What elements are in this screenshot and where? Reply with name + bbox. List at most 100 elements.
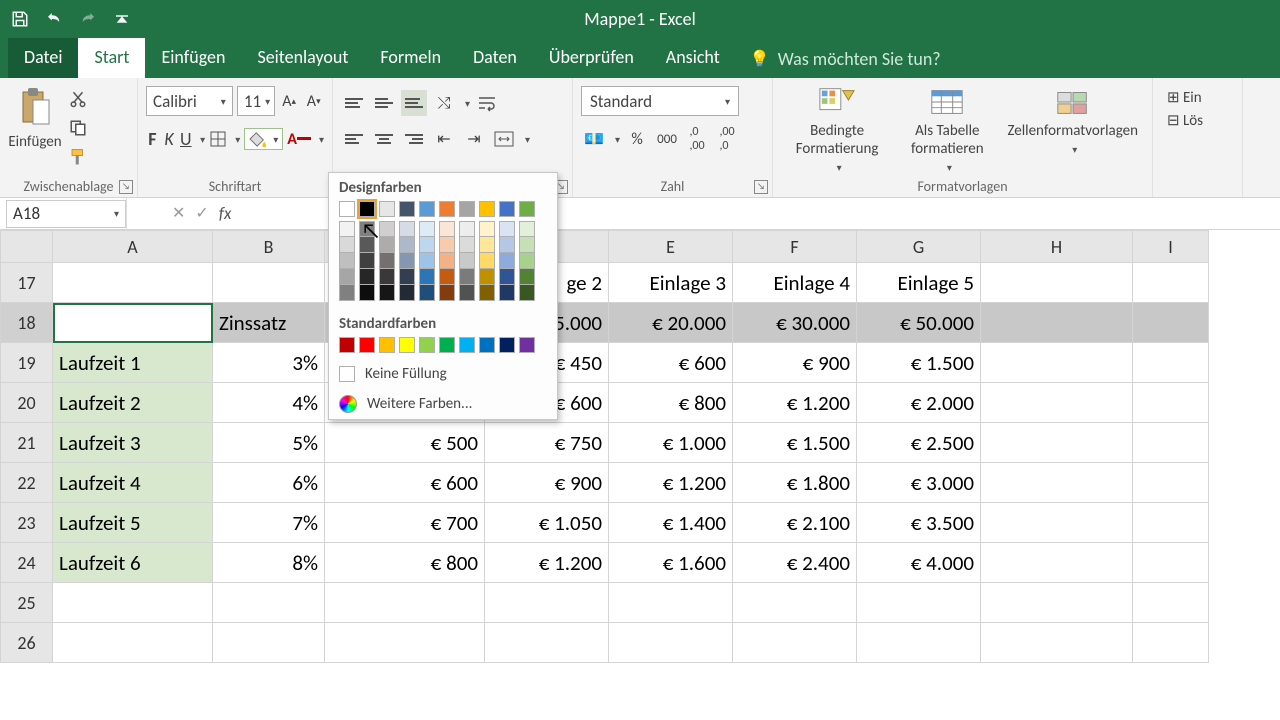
tab-home[interactable]: Start (78, 38, 145, 78)
cell[interactable] (213, 623, 325, 663)
cell[interactable]: Einlage 5 (857, 263, 981, 303)
cell[interactable]: Einlage 3 (609, 263, 733, 303)
color-swatch[interactable] (479, 201, 495, 217)
color-swatch[interactable] (419, 221, 435, 237)
cell[interactable] (1133, 343, 1209, 383)
cancel-formula-icon[interactable]: ✕ (172, 203, 185, 224)
cell[interactable]: € 1.050 (485, 503, 609, 543)
cell[interactable] (213, 263, 325, 303)
cell[interactable] (733, 583, 857, 623)
cell[interactable] (609, 583, 733, 623)
cell[interactable] (609, 623, 733, 663)
color-swatch[interactable] (519, 253, 535, 269)
cell[interactable] (981, 303, 1133, 343)
align-bottom-icon[interactable] (401, 90, 427, 116)
cell[interactable] (213, 583, 325, 623)
cell[interactable]: € 750 (485, 423, 609, 463)
cell[interactable] (53, 583, 213, 623)
column-header[interactable]: I (1133, 231, 1209, 263)
font-size-combo[interactable]: 11▾ (237, 86, 275, 116)
conditional-formatting-button[interactable]: Bedingte Formatierung▾ (787, 86, 887, 176)
bold-button[interactable]: F (146, 125, 159, 153)
color-swatch[interactable] (479, 285, 495, 301)
color-swatch[interactable] (359, 337, 375, 353)
column-header[interactable]: E (609, 231, 733, 263)
cell[interactable]: € 700 (325, 503, 485, 543)
cell[interactable]: € 900 (733, 343, 857, 383)
cell[interactable] (53, 303, 213, 343)
cell[interactable]: € 900 (485, 463, 609, 503)
cell[interactable]: 5% (213, 423, 325, 463)
row-header[interactable]: 17 (1, 263, 53, 303)
cell[interactable] (981, 463, 1133, 503)
color-swatch[interactable] (479, 337, 495, 353)
tab-formulas[interactable]: Formeln (364, 38, 457, 78)
cell[interactable]: € 600 (609, 343, 733, 383)
color-swatch[interactable] (399, 253, 415, 269)
color-swatch[interactable] (399, 237, 415, 253)
redo-icon[interactable] (74, 5, 102, 33)
color-swatch[interactable] (379, 253, 395, 269)
save-icon[interactable] (6, 5, 34, 33)
fx-icon[interactable]: fx (219, 203, 232, 224)
color-swatch[interactable] (399, 337, 415, 353)
insert-cells-button[interactable]: ⊞ Ein (1167, 88, 1228, 107)
color-swatch[interactable] (419, 285, 435, 301)
row-header[interactable]: 22 (1, 463, 53, 503)
cell[interactable] (1133, 263, 1209, 303)
color-swatch[interactable] (359, 221, 375, 237)
cell[interactable] (981, 543, 1133, 583)
cell[interactable] (1133, 503, 1209, 543)
decrease-decimal-icon[interactable]: ,00,0 (714, 125, 740, 153)
color-swatch[interactable] (519, 285, 535, 301)
color-swatch[interactable] (359, 201, 375, 217)
color-swatch[interactable] (459, 253, 475, 269)
underline-button[interactable]: U (179, 125, 192, 153)
cell[interactable] (325, 623, 485, 663)
cell[interactable]: € 1.600 (609, 543, 733, 583)
color-swatch[interactable] (479, 253, 495, 269)
cell[interactable] (857, 583, 981, 623)
tab-data[interactable]: Daten (457, 38, 533, 78)
cell[interactable]: € 2.400 (733, 543, 857, 583)
cell[interactable] (733, 623, 857, 663)
cell[interactable]: 6% (213, 463, 325, 503)
cell[interactable]: 7% (213, 503, 325, 543)
color-swatch[interactable] (379, 269, 395, 285)
color-swatch[interactable] (439, 269, 455, 285)
merge-cells-icon[interactable] (491, 125, 517, 153)
color-swatch[interactable] (399, 201, 415, 217)
color-swatch[interactable] (399, 221, 415, 237)
column-header[interactable]: F (733, 231, 857, 263)
cell[interactable] (1133, 303, 1209, 343)
color-swatch[interactable] (479, 221, 495, 237)
copy-icon[interactable] (68, 119, 88, 142)
cell[interactable]: € 500 (325, 423, 485, 463)
cell[interactable]: Laufzeit 4 (53, 463, 213, 503)
cell[interactable]: € 1.000 (609, 423, 733, 463)
font-color-button[interactable]: A (287, 125, 311, 153)
cell[interactable] (485, 583, 609, 623)
align-middle-icon[interactable] (371, 90, 397, 116)
row-header[interactable]: 18 (1, 303, 53, 343)
cell[interactable]: € 1.500 (857, 343, 981, 383)
align-right-icon[interactable] (401, 126, 427, 152)
fill-color-button[interactable]: ▾ (244, 128, 283, 150)
increase-decimal-icon[interactable]: ,0,00 (684, 125, 710, 153)
color-swatch[interactable] (339, 201, 355, 217)
color-swatch[interactable] (399, 269, 415, 285)
number-launcher[interactable]: ↘ (754, 180, 768, 194)
cell[interactable]: € 3.000 (857, 463, 981, 503)
align-top-icon[interactable] (341, 90, 367, 116)
color-swatch[interactable] (379, 201, 395, 217)
cut-icon[interactable] (68, 90, 88, 113)
cell[interactable]: 4% (213, 383, 325, 423)
color-swatch[interactable] (459, 269, 475, 285)
color-swatch[interactable] (339, 269, 355, 285)
worksheet-grid[interactable]: ABCDEFGHI17ge 2Einlage 3Einlage 4Einlage… (0, 230, 1280, 663)
cell[interactable] (53, 263, 213, 303)
color-swatch[interactable] (419, 269, 435, 285)
cell[interactable]: € 4.000 (857, 543, 981, 583)
cell[interactable] (857, 623, 981, 663)
cell[interactable] (981, 583, 1133, 623)
